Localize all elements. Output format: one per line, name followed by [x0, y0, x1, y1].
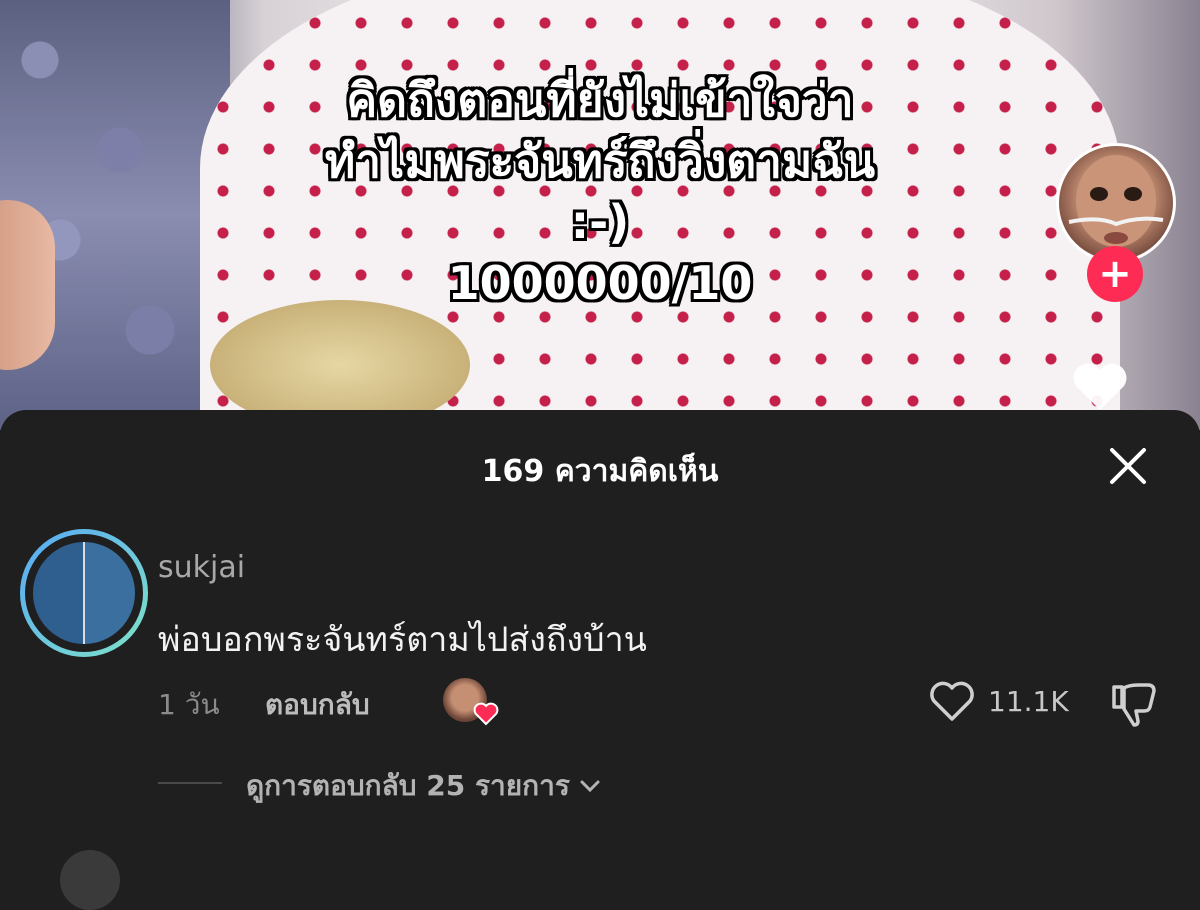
caption-line-3: :-) — [570, 195, 630, 249]
creator-avatar[interactable] — [1056, 143, 1176, 263]
comment-timestamp: 1 วัน — [158, 688, 220, 721]
video-player[interactable]: คิดถึงตอนที่ยังไม่เข้าใจว่า ทำไมพระจันทร… — [0, 0, 1200, 430]
video-heart-icon[interactable] — [1070, 362, 1130, 412]
thumbs-down-icon[interactable] — [1108, 681, 1158, 727]
creator-liked-avatar — [443, 678, 499, 726]
face-illustration — [1068, 155, 1164, 247]
close-icon[interactable] — [1107, 445, 1149, 487]
replies-divider — [158, 782, 222, 784]
comment-text: พ่อบอกพระจันทร์ตามไปส่งถึงบ้าน — [158, 620, 647, 660]
caption-line-1: คิดถึงตอนที่ยังไม่เข้าใจว่า — [346, 73, 854, 127]
chevron-down-icon — [580, 780, 600, 793]
view-replies-button[interactable]: ดูการตอบกลับ 25 รายการ — [246, 764, 602, 808]
view-replies-label: ดูการตอบกลับ 25 รายการ — [246, 769, 570, 802]
plus-icon: + — [1098, 251, 1132, 297]
comments-count-title: 169 ความคิดเห็น — [481, 454, 719, 489]
avatar-image — [33, 542, 135, 644]
comment-username[interactable]: sukjai — [158, 550, 245, 585]
reply-button[interactable]: ตอบกลับ — [265, 683, 370, 727]
commenter-avatar[interactable] — [20, 529, 148, 657]
heart-outline-icon[interactable] — [928, 681, 976, 723]
video-caption: คิดถึงตอนที่ยังไม่เข้าใจว่า ทำไมพระจันทร… — [0, 70, 1200, 314]
caption-line-2: ทำไมพระจันทร์ถึงวิ่งตามฉัน — [324, 134, 876, 188]
follow-button[interactable]: + — [1087, 246, 1143, 302]
comments-sheet: 169 ความคิดเห็น sukjai พ่อบอกพระจันทร์ตา… — [0, 410, 1200, 910]
caption-line-4: 1000000/10 — [447, 256, 753, 310]
avatar-ring — [25, 534, 143, 652]
like-count: 11.1K — [988, 685, 1069, 718]
heart-filled-icon — [473, 702, 499, 726]
next-comment-avatar — [60, 850, 120, 910]
